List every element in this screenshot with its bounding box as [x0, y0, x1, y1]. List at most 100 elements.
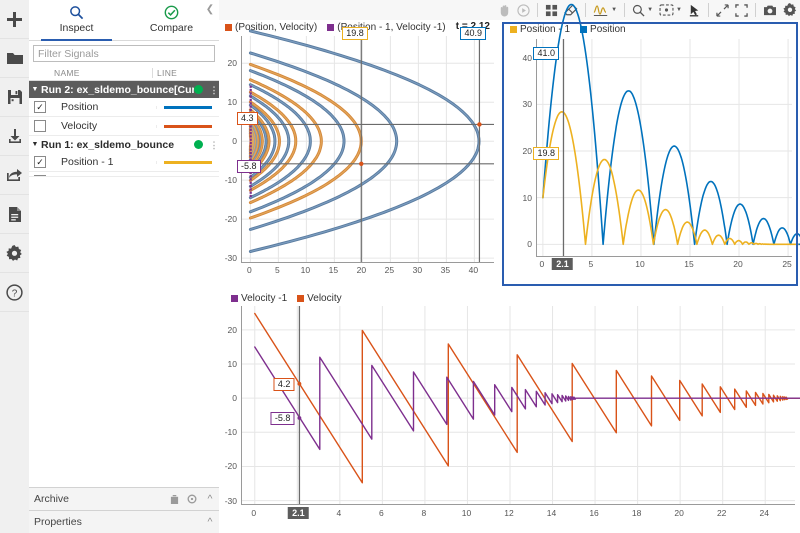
play-icon[interactable]	[514, 1, 533, 19]
tab-inspect-label: Inspect	[60, 22, 94, 34]
snapshot-camera-icon[interactable]	[760, 1, 780, 19]
axis-tick-label: -20	[225, 214, 237, 224]
simulation-data-inspector: ? Inspect Compare ❮ Filter Signals	[0, 0, 800, 533]
axis-tick-label: 5	[275, 265, 280, 275]
time-cursor-badge[interactable]: 2.1	[288, 507, 309, 519]
signal-checkbox-velocity[interactable]	[29, 120, 51, 132]
properties-label: Properties	[34, 516, 82, 528]
legend-swatch	[510, 26, 517, 33]
report-icon[interactable]	[0, 195, 29, 234]
layout-grid-icon[interactable]	[542, 1, 561, 19]
zoom-in-icon[interactable]: ▼	[629, 1, 656, 19]
phase-plot-axes[interactable]	[241, 36, 494, 263]
pan-hand-icon[interactable]	[495, 1, 514, 19]
signal-line-swatch-position	[156, 106, 219, 109]
trash-icon[interactable]	[165, 494, 183, 505]
export-share-icon[interactable]	[0, 156, 29, 195]
axis-tick-label: -30	[225, 496, 237, 506]
left-toolbar: ?	[0, 0, 30, 533]
axis-tick-label: -10	[225, 427, 237, 437]
run-1-more-icon[interactable]: ⋮	[209, 142, 219, 148]
axis-tick-label: 15	[329, 265, 338, 275]
filter-signals-input[interactable]: Filter Signals	[33, 45, 215, 62]
gear-icon[interactable]	[780, 1, 800, 19]
data-cursor-label[interactable]: -5.8	[237, 160, 261, 173]
run-row-2[interactable]: ▼ Run 2: ex_sldemo_bounce[Current] ⋮	[29, 81, 219, 98]
signal-row-velocity[interactable]: Velocity	[29, 117, 219, 136]
chevron-up-icon[interactable]: ^	[201, 493, 219, 505]
folder-open-icon[interactable]	[0, 39, 29, 78]
axis-tick-label: 30	[413, 265, 422, 275]
signal-row-position[interactable]: ✓ Position	[29, 98, 219, 117]
column-header-name: NAME	[51, 68, 152, 78]
velocity-plot-legend: Velocity -1 Velocity	[225, 291, 348, 306]
axis-tick-label: 20	[674, 508, 683, 518]
archive-label: Archive	[34, 493, 69, 505]
data-cursor-label[interactable]: 19.8	[533, 147, 559, 160]
axis-tick-label: 20	[733, 259, 742, 269]
data-cursor-label[interactable]: 40.9	[460, 27, 486, 40]
axis-tick-label: 10	[462, 508, 471, 518]
fullscreen-icon[interactable]	[732, 1, 751, 19]
gear-icon[interactable]	[183, 494, 201, 504]
axis-tick-label: -20	[225, 461, 237, 471]
axis-tick-label: 0	[540, 259, 545, 269]
run-2-label: Run 2: ex_sldemo_bounce[Current]	[41, 84, 194, 96]
phase-plot[interactable]: (Position, Velocity) (Position - 1, Velo…	[219, 20, 500, 290]
axis-tick-label: 35	[441, 265, 450, 275]
data-cursor-label[interactable]: -5.8	[271, 412, 295, 425]
chevron-left-icon[interactable]: ❮	[203, 2, 217, 16]
run-2-more-icon[interactable]: ⋮	[209, 87, 219, 93]
signal-checkbox-position-1[interactable]: ✓	[29, 156, 51, 168]
import-icon[interactable]	[0, 117, 29, 156]
legend-label: Velocity -1	[241, 293, 287, 304]
position-plot[interactable]: Position - 1 Position 051015202501020304…	[500, 20, 800, 290]
help-icon[interactable]: ?	[0, 273, 29, 312]
axis-tick-label: 22	[717, 508, 726, 518]
svg-text:?: ?	[12, 288, 18, 299]
archive-section-header[interactable]: Archive ^	[29, 487, 219, 510]
chevron-down-icon[interactable]: ▼	[611, 7, 617, 13]
chevron-down-icon[interactable]: ▼	[676, 7, 682, 13]
chevron-down-icon[interactable]: ▼	[647, 7, 653, 13]
time-cursor-badge[interactable]: 2.1	[552, 258, 573, 270]
legend-item-position-velocity[interactable]: (Position, Velocity)	[225, 22, 317, 33]
signal-line-swatch-position-1	[156, 161, 219, 164]
axis-tick-label: -10	[225, 175, 237, 185]
add-icon[interactable]	[0, 0, 29, 39]
axis-tick-label: 0	[232, 136, 237, 146]
data-cursor-label[interactable]: 19.8	[342, 27, 368, 40]
axis-tick-label: 12	[504, 508, 513, 518]
position-plot-axes[interactable]	[536, 39, 792, 257]
expand-arrows-icon[interactable]	[713, 1, 732, 19]
axis-tick-label: 0	[527, 239, 532, 249]
save-icon[interactable]	[0, 78, 29, 117]
signal-style-icon[interactable]: ▼	[590, 1, 620, 19]
legend-item-velocity[interactable]: Velocity	[297, 293, 341, 304]
cursor-pointer-icon[interactable]	[685, 1, 704, 19]
tab-inspect[interactable]: Inspect	[29, 0, 124, 40]
velocity-plot[interactable]: Velocity -1 Velocity 0246810121416182022…	[219, 290, 800, 533]
legend-item-velocity-1[interactable]: Velocity -1	[231, 293, 287, 304]
properties-section-header[interactable]: Properties ^	[29, 510, 219, 533]
chevron-down-icon[interactable]: ▼	[29, 86, 41, 93]
axis-tick-label: 10	[228, 359, 237, 369]
legend-item-position[interactable]: Position	[580, 24, 626, 35]
run-row-1[interactable]: ▼ Run 1: ex_sldemo_bounce ⋮	[29, 136, 219, 153]
velocity-plot-axes[interactable]	[241, 306, 795, 505]
legend-swatch	[231, 295, 238, 302]
fit-to-view-icon[interactable]: ▼	[656, 1, 685, 19]
signal-checkbox-position[interactable]: ✓	[29, 101, 51, 113]
gear-icon[interactable]	[0, 234, 29, 273]
filter-signals-placeholder: Filter Signals	[38, 48, 99, 60]
chevron-up-icon[interactable]: ^	[201, 516, 219, 528]
signal-row-position-1[interactable]: ✓ Position - 1	[29, 153, 219, 172]
plot-toolbar: ▼ ▼ ▼	[219, 0, 800, 20]
data-cursor-label[interactable]: 4.3	[237, 112, 258, 125]
axis-tick-label: 20	[228, 58, 237, 68]
data-cursor-label[interactable]: 41.0	[533, 47, 559, 60]
signal-label-position: Position	[51, 101, 156, 113]
data-cursor-label[interactable]: 4.2	[274, 378, 295, 391]
axis-tick-label: 10	[523, 193, 532, 203]
chevron-down-icon[interactable]: ▼	[29, 141, 41, 148]
